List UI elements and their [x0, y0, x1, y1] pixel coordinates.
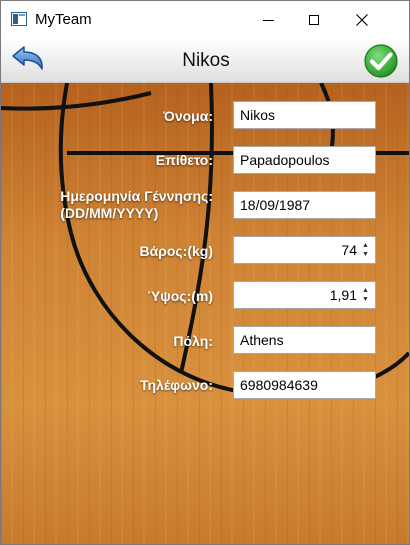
first-name-label: Όνομα:: [163, 108, 213, 124]
app-title: MyTeam: [35, 11, 92, 28]
spin-down-icon[interactable]: ▼: [362, 296, 369, 304]
page-header: Nikos: [1, 39, 409, 83]
height-stepper[interactable]: 1,91 ▲ ▼: [233, 281, 376, 309]
city-label: Πόλη:: [173, 333, 213, 349]
page-title: Nikos: [182, 50, 230, 71]
spin-up-icon[interactable]: ▲: [362, 242, 369, 250]
city-field[interactable]: Athens: [233, 326, 376, 354]
spin-up-icon[interactable]: ▲: [362, 287, 369, 295]
weight-stepper[interactable]: 74 ▲ ▼: [233, 236, 376, 264]
weight-label: Βάρος:(kg): [139, 243, 213, 259]
height-value: 1,91: [329, 287, 357, 303]
app-window: MyTeam Nikos Όνομα: Nikos Επίθετο: Papad…: [0, 0, 410, 545]
minimize-icon: [262, 19, 274, 21]
birth-date-label-line1: Ημερομηνία Γέννησης:: [60, 188, 213, 204]
birth-date-field[interactable]: 18/09/1987: [233, 191, 376, 219]
title-bar[interactable]: MyTeam: [1, 1, 409, 39]
close-button[interactable]: [339, 1, 385, 39]
spin-down-icon[interactable]: ▼: [362, 251, 369, 259]
phone-field[interactable]: 6980984639: [233, 371, 376, 399]
birth-date-label-line2: (DD/MM/YYYY): [60, 205, 159, 221]
confirm-button[interactable]: [363, 43, 399, 79]
maximize-button[interactable]: [291, 1, 337, 39]
minimize-button[interactable]: [245, 1, 291, 39]
basketball-court-background: Όνομα: Nikos Επίθετο: Papadopoulos Ημερο…: [1, 83, 409, 544]
maximize-icon: [309, 15, 319, 25]
last-name-field[interactable]: Papadopoulos: [233, 146, 376, 174]
birth-date-label: Ημερομηνία Γέννησης: (DD/MM/YYYY): [60, 188, 213, 222]
phone-label: Τηλέφωνο:: [139, 377, 213, 393]
first-name-field[interactable]: Nikos: [233, 101, 376, 129]
app-window-icon: [11, 12, 27, 26]
height-label: Ύψος:(m): [147, 288, 213, 304]
height-spin-arrows[interactable]: ▲ ▼: [362, 287, 371, 304]
weight-spin-arrows[interactable]: ▲ ▼: [362, 242, 371, 259]
checkmark-icon: [364, 44, 398, 78]
last-name-label: Επίθετο:: [155, 152, 213, 168]
close-icon: [356, 14, 368, 26]
weight-value: 74: [341, 242, 357, 258]
